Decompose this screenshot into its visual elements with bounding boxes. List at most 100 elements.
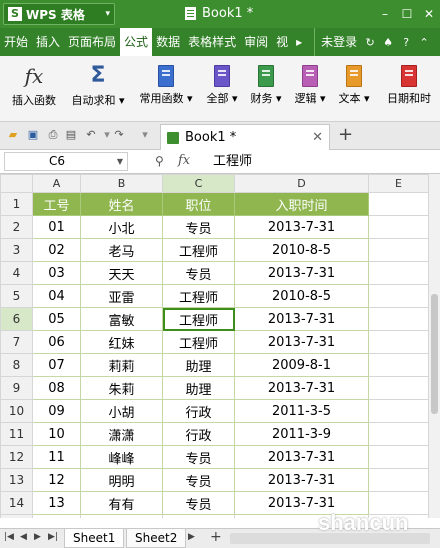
column-header-a[interactable]: A: [32, 174, 81, 193]
grid-cell[interactable]: 亚雷: [80, 284, 163, 308]
text-button[interactable]: 文本 ▾: [334, 62, 374, 106]
grid-cell[interactable]: [368, 422, 429, 446]
print-icon[interactable]: ⎙: [46, 128, 60, 142]
customize-toolbar-icon[interactable]: ▾: [138, 128, 152, 142]
grid-cell[interactable]: 06: [32, 330, 81, 354]
row-header[interactable]: 6: [0, 307, 33, 331]
app-menu-button[interactable]: S WPS 表格 ▾: [3, 3, 115, 25]
grid-cell[interactable]: [368, 468, 429, 492]
grid-cell[interactable]: 2010-8-5: [234, 284, 369, 308]
grid-cell[interactable]: [368, 284, 429, 308]
grid-cell[interactable]: 09: [32, 399, 81, 423]
name-box[interactable]: C6 ▼: [4, 152, 128, 171]
header-cell-position[interactable]: 职位: [162, 192, 235, 216]
grid-cell[interactable]: 专员: [162, 491, 235, 515]
grid-cell[interactable]: 工程师: [162, 284, 235, 308]
scrollbar-thumb[interactable]: [431, 294, 438, 414]
login-status[interactable]: 未登录: [314, 28, 361, 56]
grid-cell[interactable]: 2011-3-5: [234, 399, 369, 423]
grid-cell[interactable]: 04: [32, 284, 81, 308]
tab-table-style[interactable]: 表格样式: [184, 28, 240, 56]
grid-cell[interactable]: 2011-3-9: [234, 422, 369, 446]
row-header[interactable]: 8: [0, 353, 33, 377]
fx-icon[interactable]: fx: [178, 153, 190, 168]
column-header-d[interactable]: D: [234, 174, 369, 193]
grid-cell[interactable]: [368, 353, 429, 377]
more-tabs-icon[interactable]: ▸: [292, 35, 306, 49]
refresh-icon[interactable]: ↻: [361, 36, 379, 49]
add-sheet-icon[interactable]: +: [210, 529, 222, 545]
grid-cell[interactable]: 小胡: [80, 399, 163, 423]
grid-cell[interactable]: 老马: [80, 238, 163, 262]
header-cell-name[interactable]: 姓名: [80, 192, 163, 216]
row-header[interactable]: 15: [0, 514, 33, 518]
grid-cell[interactable]: 08: [32, 376, 81, 400]
datetime-button[interactable]: 日期和时: [380, 62, 438, 106]
grid-cell[interactable]: [368, 192, 429, 216]
row-header[interactable]: 14: [0, 491, 33, 515]
row-header[interactable]: 7: [0, 330, 33, 354]
grid-cell[interactable]: [368, 215, 429, 239]
header-cell-id[interactable]: 工号: [32, 192, 81, 216]
sheet-tab-sheet1[interactable]: Sheet1: [64, 529, 125, 548]
grid-cell[interactable]: 专员: [162, 445, 235, 469]
close-tab-icon[interactable]: ✕: [312, 130, 323, 145]
sheet-tab-sheet2[interactable]: Sheet2: [126, 529, 187, 548]
grid-cell[interactable]: 有有: [80, 491, 163, 515]
row-header[interactable]: 11: [0, 422, 33, 446]
selected-cell-c6[interactable]: 工程师: [162, 307, 235, 331]
select-all-corner[interactable]: [0, 174, 33, 193]
grid-cell[interactable]: 01: [32, 215, 81, 239]
grid-cell[interactable]: [368, 238, 429, 262]
formula-input[interactable]: 工程师: [205, 152, 425, 171]
row-header[interactable]: 1: [0, 192, 33, 216]
column-header-c[interactable]: C: [162, 174, 235, 193]
close-icon[interactable]: ✕: [418, 0, 440, 28]
grid-cell[interactable]: 2009-8-1: [234, 353, 369, 377]
row-header[interactable]: 12: [0, 445, 33, 469]
grid-cell[interactable]: [368, 307, 429, 331]
row-header[interactable]: 2: [0, 215, 33, 239]
grid-cell[interactable]: 02: [32, 238, 81, 262]
workbook-tab[interactable]: Book1 * ✕: [160, 124, 330, 150]
grid-cell[interactable]: 2013-7-31: [234, 468, 369, 492]
grid-cell[interactable]: 助理: [162, 353, 235, 377]
grid-cell[interactable]: 2013-7-31: [234, 215, 369, 239]
tab-data[interactable]: 数据: [152, 28, 184, 56]
insert-function-button[interactable]: fx 插入函数: [8, 62, 60, 108]
grid-cell[interactable]: 11: [32, 445, 81, 469]
common-functions-button[interactable]: 常用函数 ▾: [134, 62, 198, 106]
redo-icon[interactable]: ↷: [112, 128, 126, 142]
grid-cell[interactable]: 2013-7-31: [234, 445, 369, 469]
grid-cell[interactable]: [368, 445, 429, 469]
grid-cell[interactable]: 富敏: [80, 307, 163, 331]
grid-cell[interactable]: 10: [32, 422, 81, 446]
vertical-scrollbar[interactable]: [428, 174, 440, 518]
grid-cell[interactable]: 专员: [162, 261, 235, 285]
row-header[interactable]: 3: [0, 238, 33, 262]
print-preview-icon[interactable]: ▤: [64, 128, 78, 142]
autosum-button[interactable]: Σ 自动求和 ▾: [66, 62, 130, 108]
grid-cell[interactable]: 03: [32, 261, 81, 285]
last-sheet-icon[interactable]: ▶|: [48, 532, 58, 542]
grid-cell[interactable]: 工程师: [162, 330, 235, 354]
grid-cell[interactable]: 2013-7-31: [234, 376, 369, 400]
open-folder-icon[interactable]: ▰: [6, 128, 20, 142]
tab-review[interactable]: 审阅: [240, 28, 272, 56]
grid-cell[interactable]: 13: [32, 491, 81, 515]
grid-cell[interactable]: 朱莉: [80, 376, 163, 400]
row-header[interactable]: 4: [0, 261, 33, 285]
grid-cell[interactable]: 2013-7-31: [234, 261, 369, 285]
tab-page-layout[interactable]: 页面布局: [64, 28, 120, 56]
grid-cell[interactable]: 行政: [162, 422, 235, 446]
column-header-e[interactable]: E: [368, 174, 429, 193]
save-icon[interactable]: ▣: [26, 128, 40, 142]
grid-cell[interactable]: 行政: [162, 399, 235, 423]
grid-cell[interactable]: 助理: [162, 376, 235, 400]
row-header[interactable]: 10: [0, 399, 33, 423]
grid-cell[interactable]: [368, 261, 429, 285]
first-sheet-icon[interactable]: |◀: [4, 532, 14, 542]
logical-button[interactable]: 逻辑 ▾: [290, 62, 330, 106]
grid-cell[interactable]: 潇潇: [80, 422, 163, 446]
grid-cell[interactable]: [368, 399, 429, 423]
